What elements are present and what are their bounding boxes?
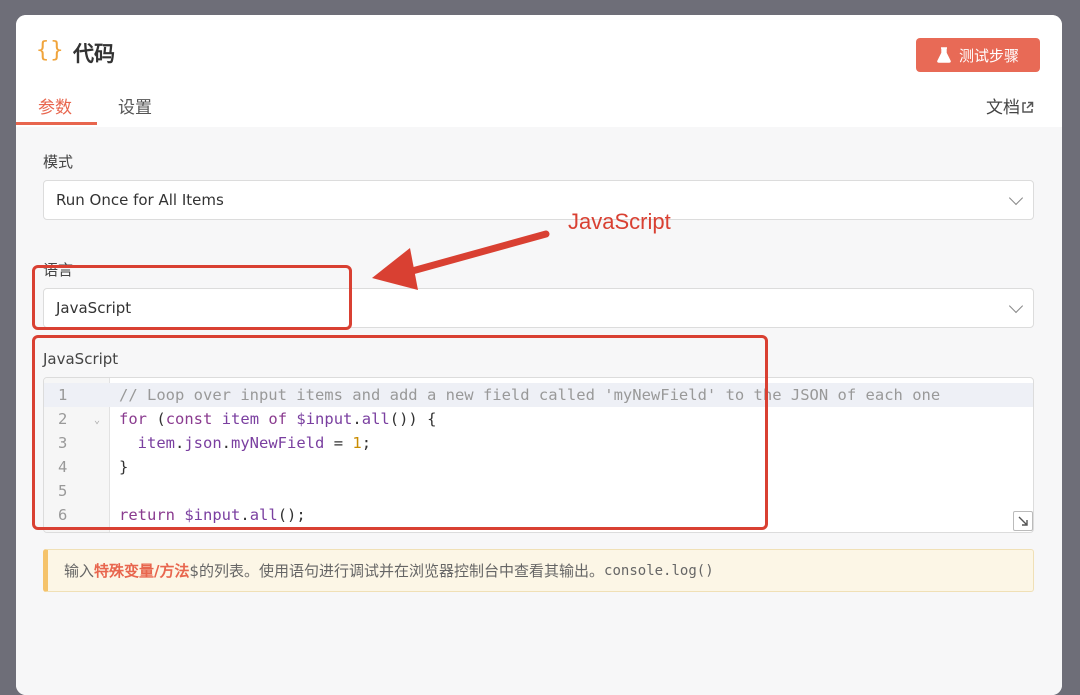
annotation-arrow <box>372 230 550 290</box>
